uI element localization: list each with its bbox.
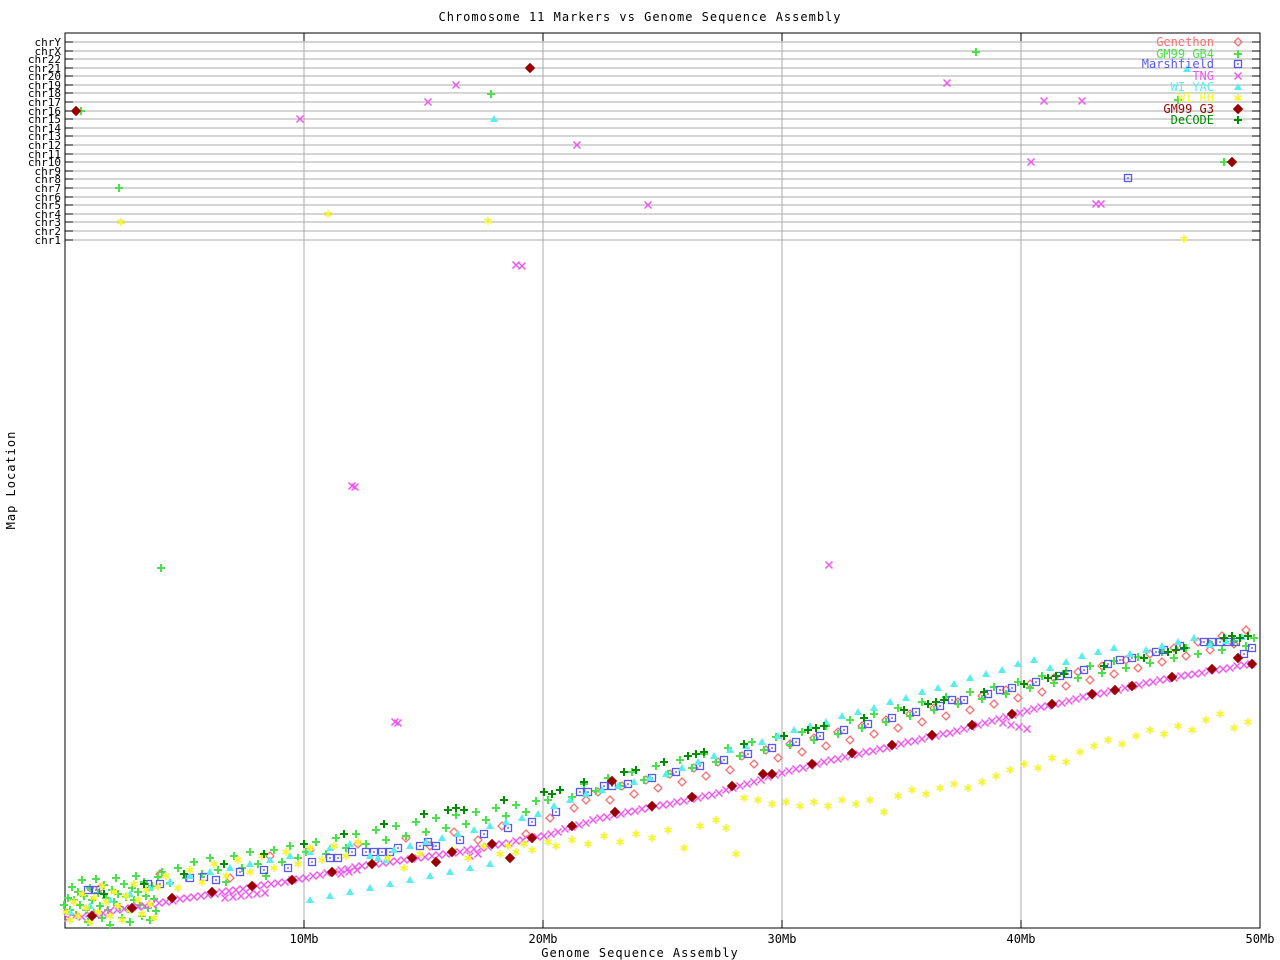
series-wi-rh <box>62 210 1252 926</box>
gridlines <box>65 33 1260 928</box>
legend: GenethonGM99 GB4MarshfieldTNGWI YACWI RH… <box>1142 35 1244 127</box>
series-genethon <box>95 625 1251 893</box>
series-wi-yac <box>66 65 1246 915</box>
x-tick-label: 40Mb <box>1007 932 1036 946</box>
x-tick-label: 10Mb <box>290 932 319 946</box>
series-gm99-g3 <box>70 62 1258 922</box>
legend-label: DeCODE <box>1171 113 1214 127</box>
x-tick-label: 50Mb <box>1246 932 1275 946</box>
series-tng <box>63 78 1256 923</box>
series-marshfield <box>83 173 1257 895</box>
series-gm99-gb4 <box>60 48 1258 929</box>
chart-page: { "chart_data": { "type": "scatter", "ti… <box>0 0 1280 960</box>
x-tick-label: 20Mb <box>529 932 558 946</box>
x-tick-label: 30Mb <box>768 932 797 946</box>
y-tick-label: chr1 <box>35 234 62 247</box>
chart-svg: chrYchrXchr22chr21chr20chr19chr18chr17ch… <box>28 32 1275 946</box>
